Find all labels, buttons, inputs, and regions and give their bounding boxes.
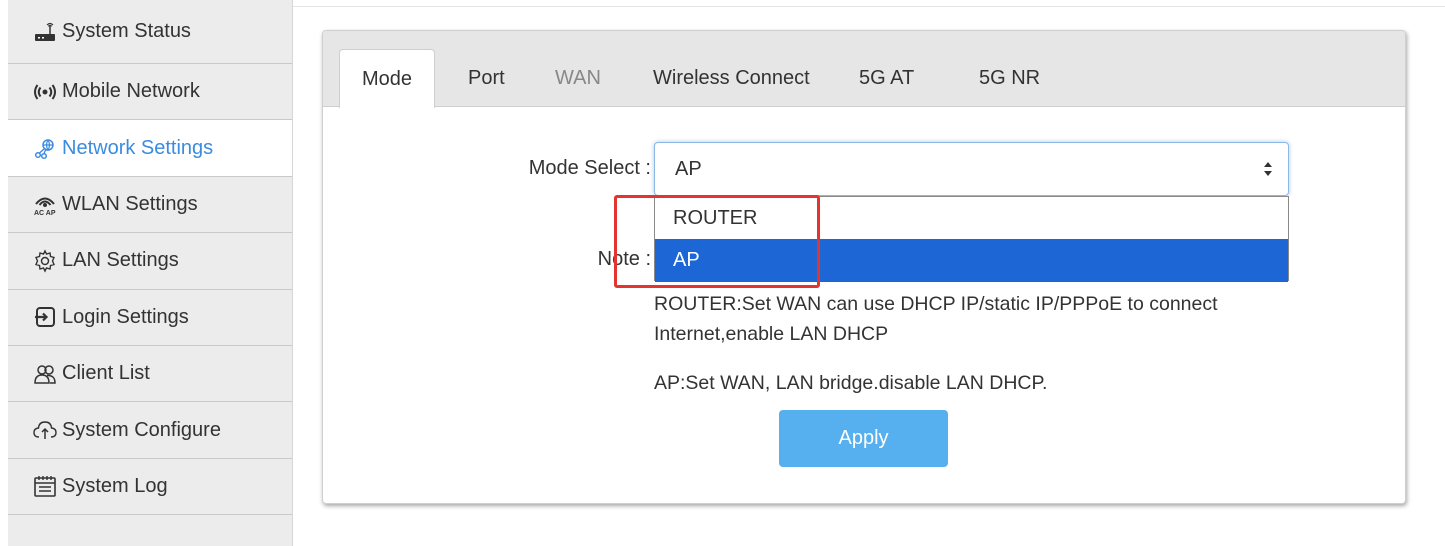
apply-button[interactable]: Apply [779, 410, 948, 467]
tab-mode[interactable]: Mode [339, 49, 436, 108]
mode-select-value: AP [675, 157, 702, 180]
mode-select-label: Mode Select : [528, 157, 651, 179]
sidebar-item-system-configure[interactable]: System Configure [8, 402, 292, 459]
mode-panel: Mode Port WAN Wireless Connect 5G AT 5G … [322, 30, 1406, 504]
sidebar-item-label: WLAN Settings [62, 192, 198, 215]
sidebar-item-system-status[interactable]: System Status [8, 0, 292, 64]
sidebar-item-system-log[interactable]: System Log [8, 458, 292, 516]
cloud-upload-icon [32, 417, 58, 443]
note-router-text: ROUTER:Set WAN can use DHCP IP/static IP… [654, 293, 1218, 345]
select-arrows-icon [1262, 159, 1274, 179]
top-divider [293, 6, 1445, 7]
tab-wireless-connect[interactable]: Wireless Connect [653, 49, 810, 107]
signal-icon [32, 79, 58, 105]
tab-bar: Mode Port WAN Wireless Connect 5G AT 5G … [323, 31, 1405, 108]
mode-select[interactable]: AP [654, 142, 1289, 196]
network-icon [32, 135, 58, 161]
sidebar-item-mobile-network[interactable]: Mobile Network [8, 64, 292, 121]
wifi-acap-icon: AC AP [32, 191, 58, 217]
note-ap-text: AP:Set WAN, LAN bridge.disable LAN DHCP. [654, 372, 1048, 394]
sidebar-item-wlan-settings[interactable]: AC AP WLAN Settings [8, 176, 292, 234]
sidebar-item-client-list[interactable]: Client List [8, 345, 292, 403]
sidebar-item-network-settings[interactable]: Network Settings [8, 120, 292, 177]
sidebar-item-label: LAN Settings [62, 249, 179, 272]
sidebar-item-label: Client List [62, 362, 150, 385]
gear-icon [32, 248, 58, 274]
router-icon [32, 19, 58, 45]
tab-wan[interactable]: WAN [555, 49, 601, 107]
users-icon [32, 361, 58, 387]
calendar-log-icon [32, 473, 58, 499]
sidebar-item-label: Mobile Network [62, 80, 200, 103]
tab-5g-at[interactable]: 5G AT [859, 49, 914, 107]
login-icon [32, 304, 58, 330]
tab-port[interactable]: Port [468, 49, 505, 107]
sidebar-item-label: System Status [62, 20, 191, 42]
sidebar-item-lan-settings[interactable]: LAN Settings [8, 233, 292, 290]
tab-5g-nr[interactable]: 5G NR [979, 49, 1040, 107]
svg-text:AC AP: AC AP [34, 210, 56, 216]
sidebar: System Status Mobile Network Network Set… [8, 0, 293, 546]
sidebar-item-label: Login Settings [62, 305, 189, 328]
sidebar-item-label: System Configure [62, 418, 221, 441]
sidebar-item-label: System Log [62, 474, 168, 497]
sidebar-item-login-settings[interactable]: Login Settings [8, 289, 292, 346]
highlight-box [614, 195, 820, 288]
sidebar-item-label: Network Settings [62, 136, 214, 159]
